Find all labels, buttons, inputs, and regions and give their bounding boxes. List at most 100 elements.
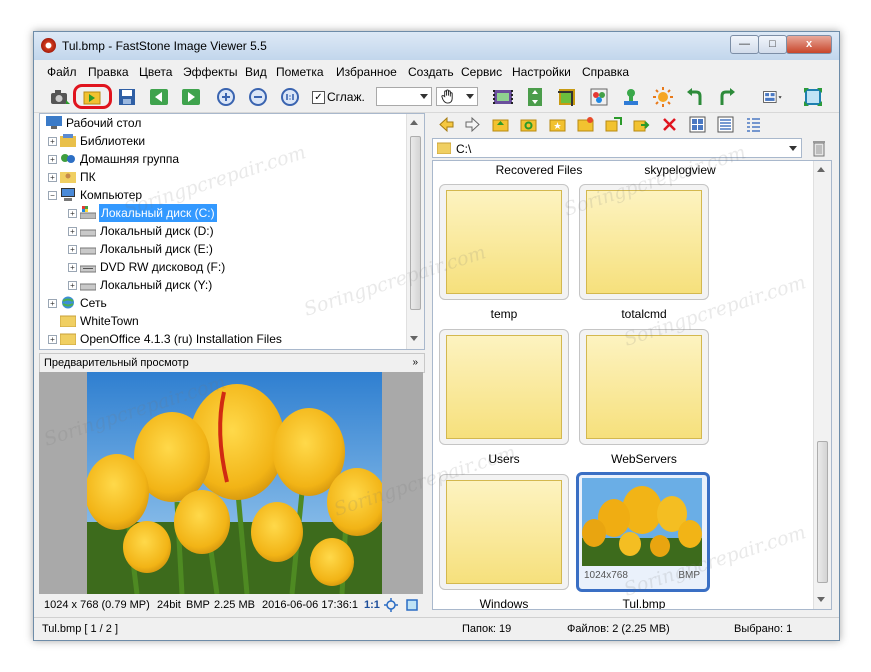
stamp-icon[interactable] [620, 86, 642, 108]
move-to-icon[interactable] [633, 116, 650, 133]
menu-favorites[interactable]: Избранное [336, 65, 397, 79]
thumbnail-view-icon[interactable] [689, 116, 706, 133]
folder-icon [437, 142, 451, 154]
menu-effects[interactable]: Эффекты [183, 65, 238, 79]
folder-thumbnail [446, 480, 562, 584]
back-icon[interactable] [438, 116, 455, 133]
color-adjust-icon[interactable] [588, 86, 610, 108]
minimize-button[interactable]: — [730, 35, 759, 54]
refresh-folder-icon[interactable] [520, 116, 537, 133]
scroll-down-icon[interactable] [817, 597, 825, 602]
favorite-folder-icon[interactable] [549, 116, 566, 133]
hand-icon [441, 89, 453, 104]
folder-card-windows[interactable] [439, 474, 569, 590]
path-input[interactable]: C:\ [432, 138, 802, 158]
fit-window-icon[interactable] [384, 598, 398, 612]
details-view-icon[interactable] [745, 116, 762, 133]
resize-icon[interactable] [524, 86, 546, 108]
image-format: BMP [186, 599, 210, 611]
crop-icon[interactable] [556, 86, 578, 108]
scroll-up-icon[interactable] [410, 120, 418, 125]
camera-icon[interactable] [49, 86, 71, 108]
expand-icon[interactable]: + [48, 173, 57, 182]
maximize-button[interactable]: □ [758, 35, 787, 54]
tree-item-label: ПК [80, 170, 96, 184]
zoom-select[interactable] [376, 87, 432, 106]
expand-icon[interactable]: + [48, 335, 57, 344]
menu-tag[interactable]: Пометка [276, 65, 324, 79]
slideshow-icon[interactable] [492, 86, 514, 108]
tree-item-label: Локальный диск (E:) [100, 242, 213, 256]
close-button[interactable]: x [786, 35, 832, 54]
folder-thumbnail [446, 190, 562, 294]
tree-scroll-thumb[interactable] [410, 136, 421, 310]
window-title: Tul.bmp - FastStone Image Viewer 5.5 [62, 39, 267, 53]
menu-tools[interactable]: Сервис [461, 65, 502, 79]
scroll-down-icon[interactable] [410, 336, 418, 341]
forward-icon[interactable] [464, 116, 481, 133]
folder-thumbnail [586, 190, 702, 294]
expand-icon[interactable]: + [48, 299, 57, 308]
menu-colors[interactable]: Цвета [139, 65, 172, 79]
thumbnail-dimensions: 1024x768 [584, 570, 628, 581]
delete-icon[interactable] [661, 116, 678, 133]
tree-item-label: DVD RW дисковод (F:) [100, 260, 226, 274]
actual-size-ratio[interactable]: 1:1 [364, 596, 380, 614]
layout-menu-icon[interactable] [762, 86, 790, 108]
recycle-bin-icon[interactable] [810, 139, 828, 157]
folder-tree: Рабочий стол + Библиотеки + Домашняя гру… [39, 113, 425, 350]
image-card-tul[interactable]: 1024x768 BMP [576, 472, 710, 592]
collapse-icon[interactable]: − [48, 191, 57, 200]
tree-scrollbar[interactable] [406, 114, 424, 349]
zoom-out-icon[interactable] [247, 86, 269, 108]
image-dimensions: 1024 x 768 (0.79 MP) [44, 599, 150, 611]
hand-tool-select[interactable] [436, 87, 478, 106]
folder-card-users[interactable] [439, 329, 569, 445]
thumbnail-scrollbar[interactable] [813, 161, 831, 609]
chevron-down-icon[interactable] [789, 146, 797, 151]
full-view-icon[interactable] [405, 598, 419, 612]
tulips-image [87, 372, 382, 594]
list-view-icon[interactable] [717, 116, 734, 133]
expand-icon[interactable]: + [68, 227, 77, 236]
expand-icon[interactable]: + [48, 137, 57, 146]
expand-icon[interactable]: + [68, 209, 77, 218]
folder-card-webservers[interactable] [579, 329, 709, 445]
tree-item-label: WhiteTown [80, 314, 139, 328]
app-window: Tul.bmp - FastStone Image Viewer 5.5 — □… [33, 31, 840, 641]
folder-card-temp[interactable] [439, 184, 569, 300]
actual-size-icon[interactable] [279, 86, 301, 108]
sun-icon[interactable] [652, 86, 674, 108]
rotate-left-icon[interactable] [684, 86, 706, 108]
expand-icon[interactable]: + [68, 263, 77, 272]
smooth-checkbox[interactable]: ✓ [312, 91, 325, 104]
file-position: Tul.bmp [ 1 / 2 ] [42, 623, 119, 635]
expand-icon[interactable]: + [48, 155, 57, 164]
expand-icon[interactable]: + [68, 281, 77, 290]
thumbnail-scroll-thumb[interactable] [817, 441, 828, 583]
fullscreen-icon[interactable] [802, 86, 824, 108]
new-folder-icon[interactable] [577, 116, 594, 133]
menu-edit[interactable]: Правка [88, 65, 129, 79]
previous-icon[interactable] [148, 86, 170, 108]
save-icon[interactable] [116, 86, 138, 108]
up-folder-icon[interactable] [492, 116, 509, 133]
title-bar: Tul.bmp - FastStone Image Viewer 5.5 — □… [34, 32, 839, 60]
rotate-right-icon[interactable] [716, 86, 738, 108]
tree-item-label: Локальный диск (C:) [99, 204, 217, 222]
menu-help[interactable]: Справка [582, 65, 629, 79]
menu-file[interactable]: Файл [47, 65, 77, 79]
menu-create[interactable]: Создать [408, 65, 454, 79]
network-icon [62, 296, 74, 309]
copy-to-icon[interactable] [605, 116, 622, 133]
collapse-chevron-icon[interactable]: » [412, 354, 418, 372]
folder-card-totalcmd[interactable] [579, 184, 709, 300]
folder-label: skypelogview [644, 163, 716, 177]
zoom-in-icon[interactable] [215, 86, 237, 108]
expand-icon[interactable]: + [68, 245, 77, 254]
menu-view[interactable]: Вид [245, 65, 267, 79]
menu-settings[interactable]: Настройки [512, 65, 571, 79]
next-icon[interactable] [180, 86, 202, 108]
scroll-up-icon[interactable] [817, 167, 825, 172]
tree-item-label: Библиотеки [80, 134, 146, 148]
